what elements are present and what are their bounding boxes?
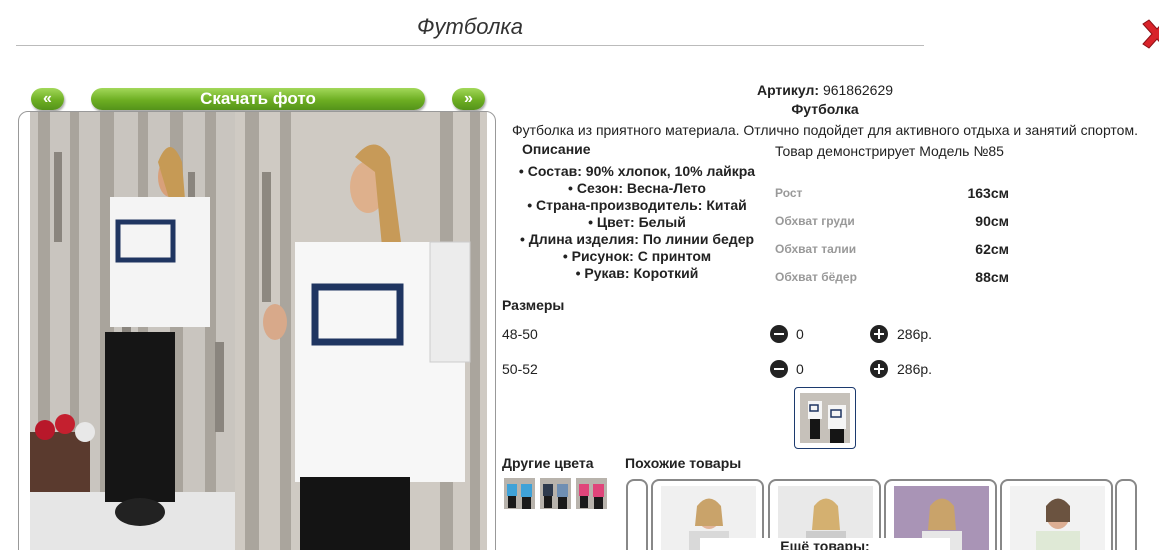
plus-icon[interactable]: [870, 325, 888, 343]
param-waist-value: 62см: [975, 241, 1009, 257]
quantity-value[interactable]: 0: [796, 326, 804, 342]
similar-product-image: [1010, 486, 1105, 550]
price-value: 286р.: [897, 326, 933, 342]
feature-item: Цвет: Белый: [500, 214, 774, 231]
feature-item: Длина изделия: По линии бедер: [500, 231, 774, 248]
size-label: 48-50: [502, 326, 538, 342]
next-photo-button[interactable]: »: [452, 88, 485, 110]
feature-item: Сезон: Весна-Лето: [500, 180, 774, 197]
description-heading: Описание: [522, 141, 591, 157]
quantity-value[interactable]: 0: [796, 361, 804, 377]
product-photo-frame: [18, 111, 496, 550]
title-divider: [16, 45, 924, 46]
prev-photo-button[interactable]: «: [31, 88, 64, 110]
plus-icon[interactable]: [870, 360, 888, 378]
color-variant-thumb[interactable]: [504, 478, 535, 509]
product-description: Футболка из приятного материала. Отлично…: [511, 122, 1138, 138]
other-colors-heading: Другие цвета: [502, 455, 594, 471]
param-hips-label: Обхват бёдер: [775, 270, 857, 284]
article-value: 961862629: [822, 82, 894, 98]
model-note: Товар демонстрирует Модель №85: [775, 143, 1004, 159]
article-label: Артикул:: [756, 82, 820, 98]
thumbnail-image: [800, 393, 850, 443]
product-name: Футболка: [791, 101, 859, 117]
page-title: Футболка: [417, 14, 523, 39]
param-chest-label: Обхват груди: [775, 214, 855, 228]
similar-product-card[interactable]: [1000, 479, 1113, 550]
price-value: 286р.: [897, 361, 933, 377]
param-height-label: Рост: [775, 186, 803, 200]
minus-icon[interactable]: [770, 360, 788, 378]
similar-next-arrow[interactable]: [1115, 479, 1137, 550]
size-label: 50-52: [502, 361, 538, 377]
product-photo: [30, 112, 487, 550]
color-variant-thumb[interactable]: [576, 478, 607, 509]
close-icon[interactable]: [1140, 18, 1159, 50]
color-variant-thumb[interactable]: [540, 478, 571, 509]
param-height-value: 163см: [967, 185, 1009, 201]
feature-item: Страна-производитель: Китай: [500, 197, 774, 214]
download-photo-button[interactable]: Скачать фото: [91, 88, 425, 110]
similar-products-heading: Похожие товары: [625, 455, 742, 471]
similar-prev-arrow[interactable]: [626, 479, 648, 550]
feature-item: Рисунок: С принтом: [500, 248, 774, 265]
param-waist-label: Обхват талии: [775, 242, 857, 256]
more-products-link[interactable]: Ещё товары:: [700, 538, 950, 550]
photo-thumbnail[interactable]: [794, 387, 856, 449]
minus-icon[interactable]: [770, 325, 788, 343]
sizes-heading: Размеры: [502, 297, 565, 313]
feature-item: Состав: 90% хлопок, 10% лайкра: [500, 163, 774, 180]
feature-item: Рукав: Короткий: [500, 265, 774, 282]
feature-list: Состав: 90% хлопок, 10% лайкра Сезон: Ве…: [500, 163, 774, 282]
param-hips-value: 88см: [975, 269, 1009, 285]
param-chest-value: 90см: [975, 213, 1009, 229]
article-line: Артикул: 961862629: [700, 82, 950, 98]
